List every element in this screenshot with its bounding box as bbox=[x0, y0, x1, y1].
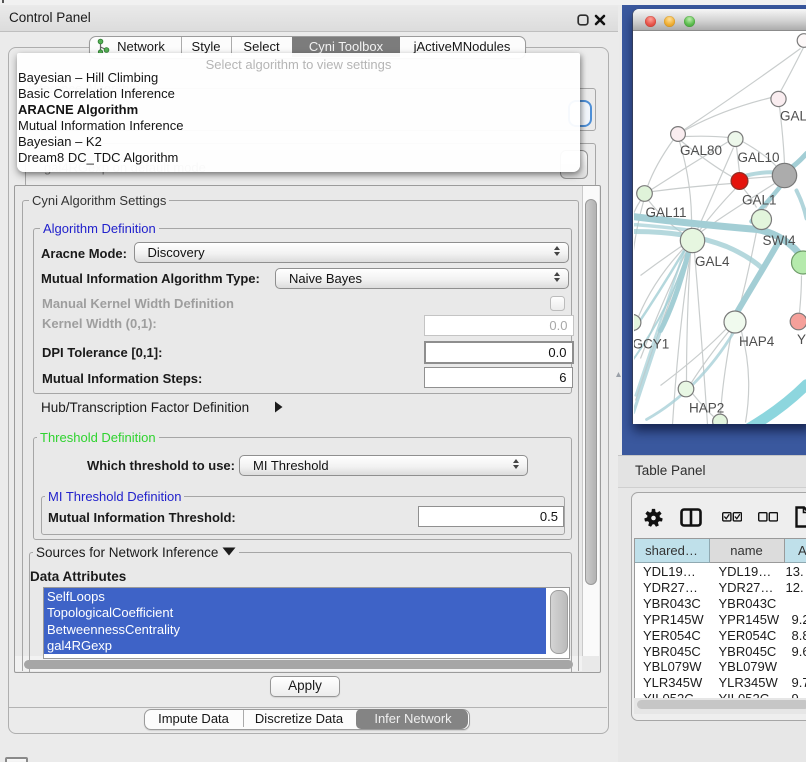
svg-text:GAL80: GAL80 bbox=[680, 143, 722, 158]
svg-text:GAL11: GAL11 bbox=[645, 205, 686, 220]
svg-text:GCY1: GCY1 bbox=[634, 336, 669, 351]
svg-text:GAL10: GAL10 bbox=[737, 150, 779, 165]
svg-text:GAL4: GAL4 bbox=[695, 254, 730, 269]
svg-text:HAP2: HAP2 bbox=[689, 400, 724, 415]
svg-text:SWI4: SWI4 bbox=[762, 233, 795, 248]
svg-text:GAL2: GAL2 bbox=[780, 108, 806, 123]
svg-text:GAL1: GAL1 bbox=[742, 192, 777, 207]
svg-text:HAP4: HAP4 bbox=[739, 334, 775, 349]
svg-text:YE: YE bbox=[797, 332, 806, 347]
